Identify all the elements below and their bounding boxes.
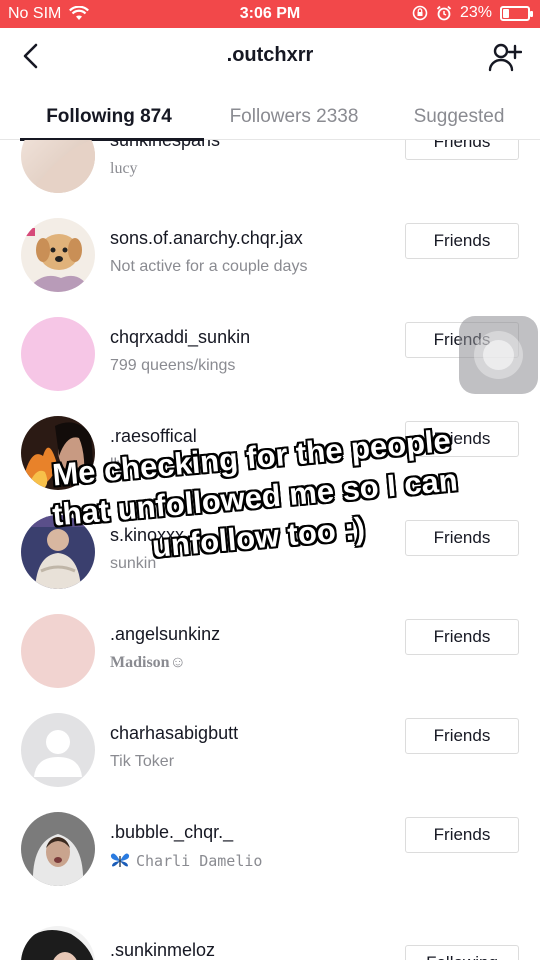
- status-bar: No SIM 3:06 PM 23%: [0, 0, 540, 28]
- friends-button[interactable]: Friends: [405, 140, 519, 160]
- avatar[interactable]: [21, 812, 95, 886]
- avatar[interactable]: [21, 140, 95, 193]
- friends-button[interactable]: Friends: [405, 817, 519, 853]
- tab-suggested[interactable]: Suggested: [384, 94, 534, 140]
- avatar[interactable]: [21, 926, 95, 960]
- battery-icon: [500, 5, 533, 21]
- list-item[interactable]: sons.of.anarchy.chqr.jax Not active for …: [0, 206, 540, 305]
- user-subtitle: Not active for a couple days: [110, 258, 308, 275]
- user-subtitle: Tik Toker: [110, 753, 175, 770]
- avatar[interactable]: [21, 317, 95, 391]
- list-item[interactable]: .sunkinmeloz Following: [0, 899, 540, 960]
- battery-percent: 23%: [459, 4, 492, 21]
- avatar[interactable]: [21, 713, 95, 787]
- friends-button[interactable]: Friends: [405, 619, 519, 655]
- tab-following[interactable]: Following 874: [14, 94, 204, 141]
- add-user-icon[interactable]: [488, 40, 522, 74]
- user-subtitle-wrap: Charli Damelio: [110, 852, 262, 870]
- rotation-lock-icon: [412, 5, 428, 21]
- header: .outchxrr: [0, 28, 540, 84]
- following-button[interactable]: Following: [405, 945, 519, 960]
- friends-button[interactable]: Friends: [405, 223, 519, 259]
- username[interactable]: sons.of.anarchy.chqr.jax: [110, 228, 303, 249]
- user-subtitle: Charli Damelio: [136, 852, 263, 870]
- tab-bar: Following 874 Followers 2338 Suggested: [0, 94, 540, 141]
- list-item[interactable]: .angelsunkinz Madison☺ Friends: [0, 602, 540, 701]
- username[interactable]: .bubble._chqr._: [110, 822, 233, 843]
- friends-button[interactable]: Friends: [405, 718, 519, 754]
- list-item[interactable]: sunkinesparis lucy Friends: [0, 140, 540, 206]
- avatar[interactable]: [21, 614, 95, 688]
- assistive-touch-button[interactable]: [459, 316, 538, 394]
- page-title: .outchxrr: [226, 44, 314, 66]
- alarm-icon: [436, 5, 452, 21]
- username[interactable]: chqrxaddi_sunkin: [110, 327, 250, 348]
- butterfly-icon: [110, 853, 130, 867]
- username[interactable]: sunkinesparis: [110, 140, 220, 151]
- tab-followers[interactable]: Followers 2338: [204, 94, 384, 140]
- username[interactable]: charhasabigbutt: [110, 723, 238, 744]
- username[interactable]: .angelsunkinz: [110, 624, 220, 645]
- avatar[interactable]: [21, 218, 95, 292]
- user-subtitle: lucy: [110, 160, 138, 177]
- user-subtitle: 799 queens/kings: [110, 357, 236, 374]
- list-item[interactable]: charhasabigbutt Tik Toker Friends: [0, 701, 540, 800]
- list-item[interactable]: .bubble._chqr._ Charli Damelio Friends: [0, 800, 540, 899]
- username[interactable]: .sunkinmeloz: [110, 940, 215, 960]
- user-subtitle: Madison☺: [110, 654, 186, 671]
